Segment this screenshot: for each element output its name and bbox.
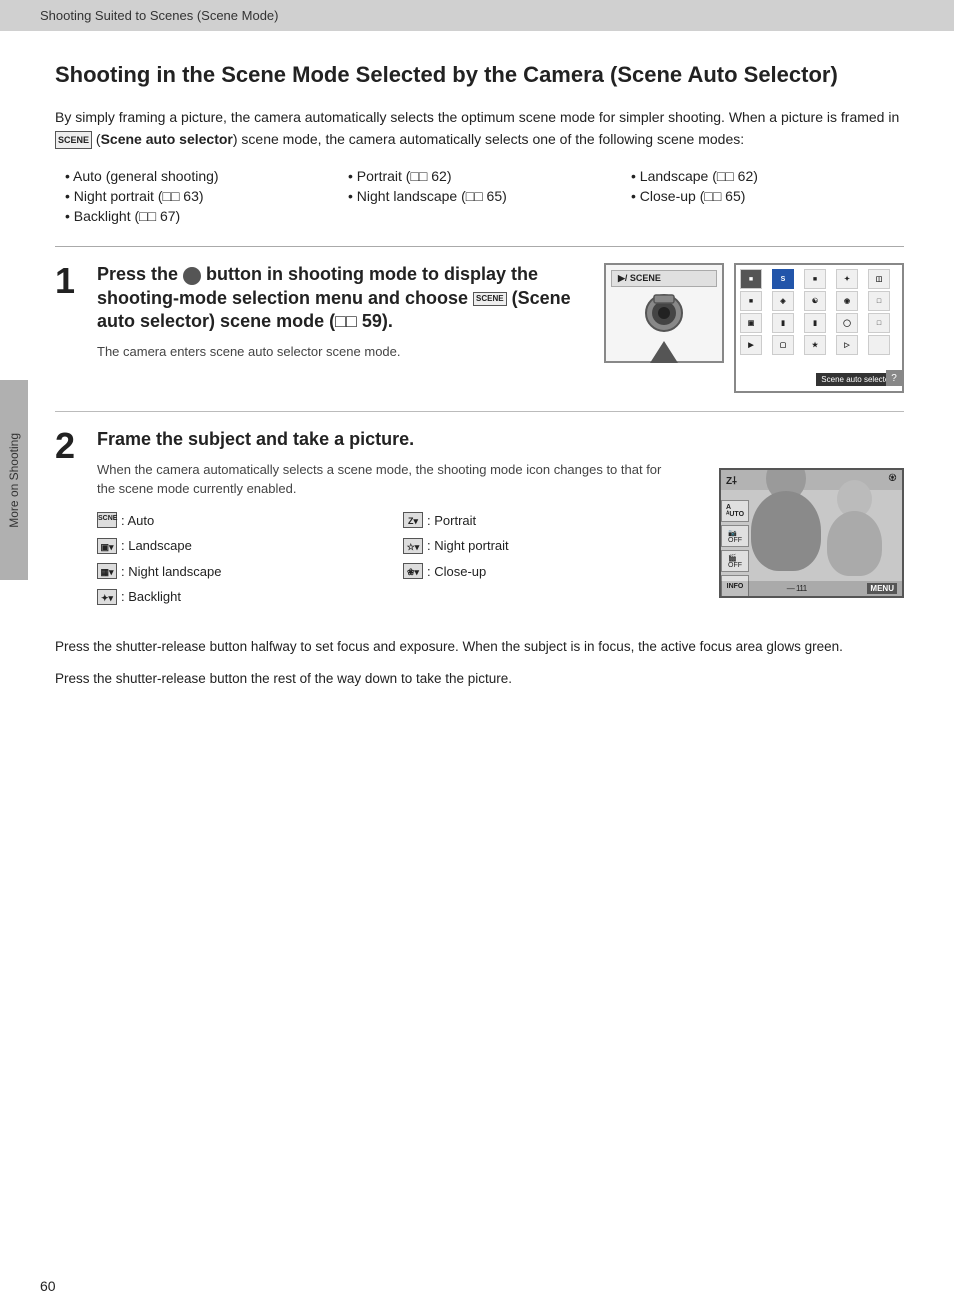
mode-cell: ▷ bbox=[836, 335, 858, 355]
mode-cell: ■ bbox=[740, 269, 762, 289]
mode-cell: ◯ bbox=[836, 313, 858, 333]
step1-screen2: ■ S ■ ✦ ◫ ■ ◈ ☯ ◉ □ ▣ ▮ ▮ bbox=[734, 263, 904, 393]
step2-section: 2 Frame the subject and take a picture. … bbox=[55, 428, 904, 689]
icon-row-night-landscape: ▦▾ : Night landscape bbox=[97, 560, 373, 583]
intro-bold: (Scene auto selector) scene mode, the ca… bbox=[96, 131, 744, 147]
night-landscape-label: : Night landscape bbox=[121, 560, 221, 583]
list-item-landscape: Landscape (□□ 62) bbox=[631, 168, 904, 184]
step1-section: 1 Press the button in shooting mode to d… bbox=[55, 246, 904, 393]
step2-number: 2 bbox=[55, 428, 85, 464]
question-icon: ? bbox=[886, 370, 902, 386]
step2-content: 2 Frame the subject and take a picture. … bbox=[55, 428, 679, 618]
backlight-label: : Backlight bbox=[121, 585, 181, 608]
night-portrait-mode-icon: ☆▾ bbox=[403, 538, 423, 554]
closeup-mode-icon: ❀▾ bbox=[403, 563, 423, 579]
closeup-label: : Close-up bbox=[427, 560, 486, 583]
list-item-backlight: Backlight (□□ 67) bbox=[65, 208, 338, 224]
intro-paragraph: By simply framing a picture, the camera … bbox=[55, 106, 904, 151]
mode-cell: ■ bbox=[804, 269, 826, 289]
step2-title: Frame the subject and take a picture. bbox=[97, 428, 679, 451]
vf-icon-right: ♼ bbox=[888, 473, 897, 487]
camera-icon-svg bbox=[639, 291, 689, 336]
mode-cell: □ bbox=[868, 313, 890, 333]
viewfinder: Z⸸ ♼ AᴬUTO 📷OFF 🎬OFF INFO bbox=[719, 468, 904, 598]
bottom-text-1: Press the shutter-release button halfway… bbox=[55, 636, 904, 658]
icon-row-closeup: ❀▾ : Close-up bbox=[403, 560, 679, 583]
portrait-label: : Portrait bbox=[427, 509, 476, 532]
sidebar-label: More on Shooting bbox=[0, 380, 28, 580]
icon-row-backlight: ✦▾ : Backlight bbox=[97, 585, 373, 608]
arrow-up-icon bbox=[650, 341, 678, 363]
scene-label-bar: ▶/ SCENE bbox=[611, 270, 717, 287]
list-item-closeup: Close-up (□□ 65) bbox=[631, 188, 904, 204]
vf-icon-left: Z⸸ bbox=[726, 473, 737, 487]
portrait-mode-icon: Z▾ bbox=[403, 512, 423, 528]
icon-row-portrait: Z▾ : Portrait bbox=[403, 509, 679, 532]
mode-cell: ▢ bbox=[772, 335, 794, 355]
night-landscape-mode-icon: ▦▾ bbox=[97, 563, 117, 579]
icon-row-auto: SCNE : Auto bbox=[97, 509, 373, 532]
vf-btn-off1: 📷OFF bbox=[721, 525, 749, 547]
landscape-mode-icon: ▣▾ bbox=[97, 538, 117, 554]
auto-label: : Auto bbox=[121, 509, 154, 532]
mode-cell-highlighted: S bbox=[772, 269, 794, 289]
mode-cell bbox=[868, 335, 890, 355]
mode-cell: ◈ bbox=[772, 291, 794, 311]
mode-cell: ◫ bbox=[868, 269, 890, 289]
mode-cell: ▶ bbox=[740, 335, 762, 355]
top-bar-title: Shooting Suited to Scenes (Scene Mode) bbox=[40, 8, 278, 23]
bottom-text-2: Press the shutter-release button the res… bbox=[55, 668, 904, 690]
step1-row: 1 Press the button in shooting mode to d… bbox=[55, 263, 904, 393]
intro-text-start: By simply framing a picture, the camera … bbox=[55, 109, 899, 125]
top-bar: Shooting Suited to Scenes (Scene Mode) bbox=[0, 0, 954, 31]
mode-cell: ☯ bbox=[804, 291, 826, 311]
list-item-auto: Auto (general shooting) bbox=[65, 168, 338, 184]
mode-cell: ★ bbox=[804, 335, 826, 355]
scene-auto-label: Scene auto selector bbox=[816, 373, 897, 386]
step1-screen1: ▶/ SCENE bbox=[604, 263, 724, 363]
mode-cell: ▮ bbox=[772, 313, 794, 333]
icon-row-night-portrait: ☆▾ : Night portrait bbox=[403, 534, 679, 557]
mode-cell: ✦ bbox=[836, 269, 858, 289]
viewfinder-top-bar: Z⸸ ♼ bbox=[721, 470, 902, 490]
vf-body2 bbox=[827, 511, 882, 576]
scene-icon: SCENE bbox=[55, 131, 92, 149]
vf-menu-label: MENU bbox=[867, 583, 897, 594]
step2-desc: When the camera automatically selects a … bbox=[97, 460, 679, 499]
step2-row: 2 Frame the subject and take a picture. … bbox=[55, 428, 904, 618]
night-portrait-label: : Night portrait bbox=[427, 534, 509, 557]
step1-images: ▶/ SCENE ■ S ■ bbox=[604, 263, 904, 393]
viewfinder-bottom-bar: ― 111 MENU bbox=[721, 581, 902, 596]
list-item-night-landscape: Night landscape (□□ 65) bbox=[348, 188, 621, 204]
page-title: Shooting in the Scene Mode Selected by t… bbox=[55, 61, 904, 90]
step1-number: 1 bbox=[55, 263, 85, 299]
mode-cell: ■ bbox=[740, 291, 762, 311]
page-number: 60 bbox=[40, 1278, 56, 1294]
vf-body1 bbox=[751, 491, 821, 571]
list-item-night-portrait: Night portrait (□□ 63) bbox=[65, 188, 338, 204]
vf-btn-off2: 🎬OFF bbox=[721, 550, 749, 572]
scene-modes-list: Auto (general shooting) Portrait (□□ 62)… bbox=[55, 168, 904, 224]
auto-mode-icon: SCNE bbox=[97, 512, 117, 528]
list-item-portrait: Portrait (□□ 62) bbox=[348, 168, 621, 184]
mode-grid: ■ S ■ ✦ ◫ ■ ◈ ☯ ◉ □ ▣ ▮ ▮ bbox=[736, 265, 902, 359]
mode-cell: ◉ bbox=[836, 291, 858, 311]
landscape-label: : Landscape bbox=[121, 534, 192, 557]
mode-cell: ▮ bbox=[804, 313, 826, 333]
step2-viewfinder-container: Z⸸ ♼ AᴬUTO 📷OFF 🎬OFF INFO bbox=[699, 428, 904, 598]
step2-bottom-text: Press the shutter-release button halfway… bbox=[55, 636, 904, 689]
icon-table: SCNE : Auto Z▾ : Portrait ▣▾ : Landscape bbox=[97, 509, 679, 609]
step1-scene-icon: SCENE bbox=[473, 292, 507, 306]
step1-title: Press the button in shooting mode to dis… bbox=[97, 263, 584, 333]
step1-desc: The camera enters scene auto selector sc… bbox=[97, 342, 584, 362]
mode-cell: ▣ bbox=[740, 313, 762, 333]
vf-shots-remaining: ― 111 bbox=[787, 584, 807, 593]
backlight-mode-icon: ✦▾ bbox=[97, 589, 117, 605]
icon-row-landscape: ▣▾ : Landscape bbox=[97, 534, 373, 557]
step-divider bbox=[55, 411, 904, 412]
step1-content: 1 Press the button in shooting mode to d… bbox=[55, 263, 584, 361]
main-content: Shooting in the Scene Mode Selected by t… bbox=[0, 31, 954, 748]
vf-btn-auto: AᴬUTO bbox=[721, 500, 749, 522]
mode-cell: □ bbox=[868, 291, 890, 311]
